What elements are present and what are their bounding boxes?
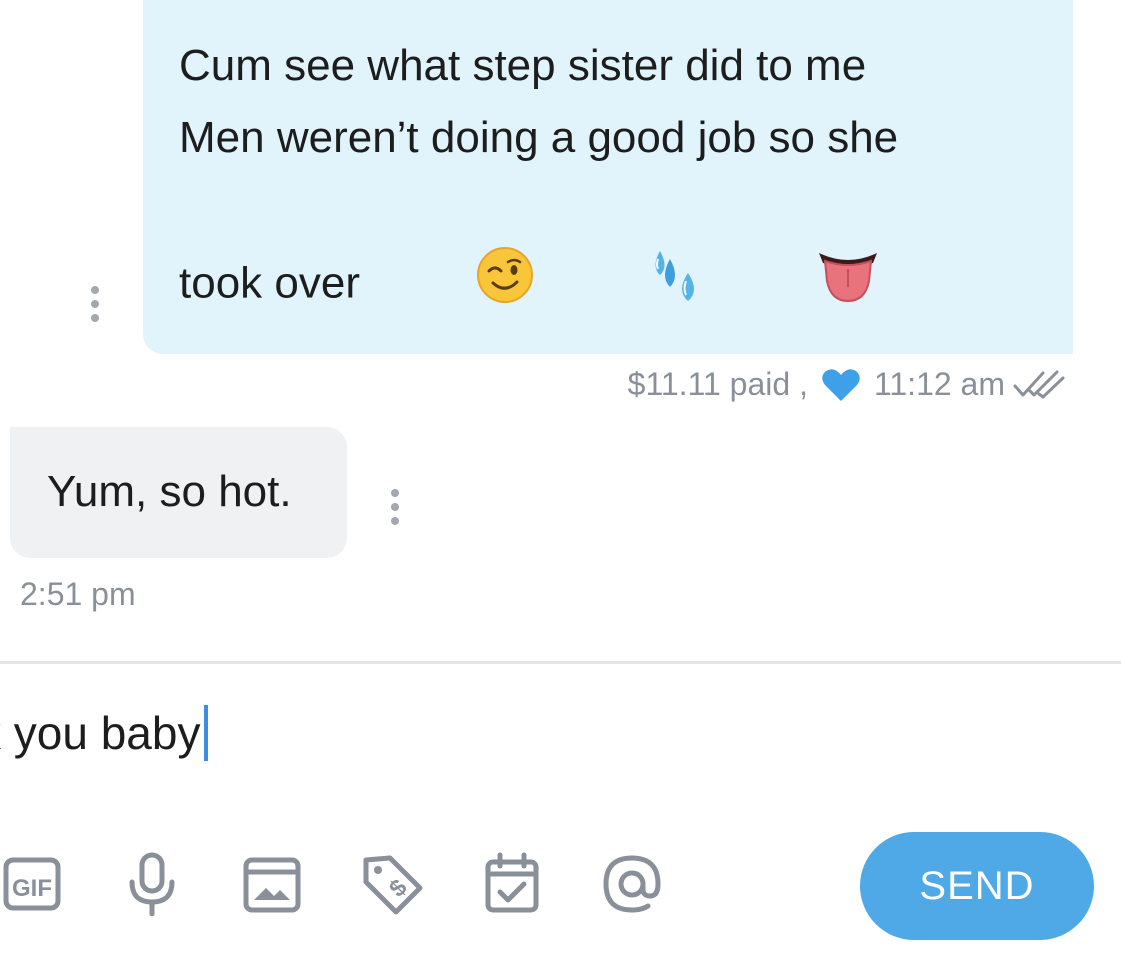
chat-screen: Cum see what step sister did to me Men w… (0, 0, 1121, 954)
send-button[interactable]: SEND (860, 832, 1094, 940)
message-input[interactable]: k you baby (0, 700, 209, 766)
outgoing-message-line: Cum see what step sister did to me (179, 41, 867, 90)
winking-face-icon (378, 174, 534, 398)
outgoing-message-meta: $11.11 paid , 11:12 am (628, 366, 1065, 403)
message-input-value: k you baby (0, 707, 201, 759)
sweat-droplets-icon (550, 175, 704, 397)
outgoing-message-line-last: took over (179, 174, 1037, 398)
outgoing-message-time: 11:12 am (873, 366, 1005, 402)
gif-icon[interactable]: GIF (0, 852, 64, 916)
heart-icon[interactable] (822, 368, 860, 402)
price-tag-icon[interactable]: $ (360, 852, 424, 916)
outgoing-message-text: took over (179, 258, 360, 308)
outgoing-message-line: Men weren’t doing a good job so she (179, 113, 899, 162)
incoming-message-text: Yum, so hot. (47, 467, 292, 516)
double-check-icon (1013, 370, 1065, 400)
outgoing-message-options-icon[interactable] (88, 286, 102, 322)
schedule-icon[interactable] (480, 852, 544, 916)
tongue-icon (720, 175, 880, 397)
composer-toolbar: GIF $ (0, 852, 700, 916)
incoming-message-time: 2:51 pm (20, 576, 136, 612)
mention-icon[interactable] (600, 852, 664, 916)
incoming-message-options-icon[interactable] (388, 489, 402, 525)
svg-text:GIF: GIF (12, 875, 52, 902)
microphone-icon[interactable] (120, 852, 184, 916)
paid-amount: $11.11 paid , (627, 366, 808, 402)
outgoing-message-bubble[interactable]: Cum see what step sister did to me Men w… (143, 0, 1073, 354)
image-icon[interactable] (240, 852, 304, 916)
text-caret (204, 705, 209, 761)
incoming-message-bubble[interactable]: Yum, so hot. (10, 427, 347, 558)
composer-divider (0, 661, 1121, 664)
